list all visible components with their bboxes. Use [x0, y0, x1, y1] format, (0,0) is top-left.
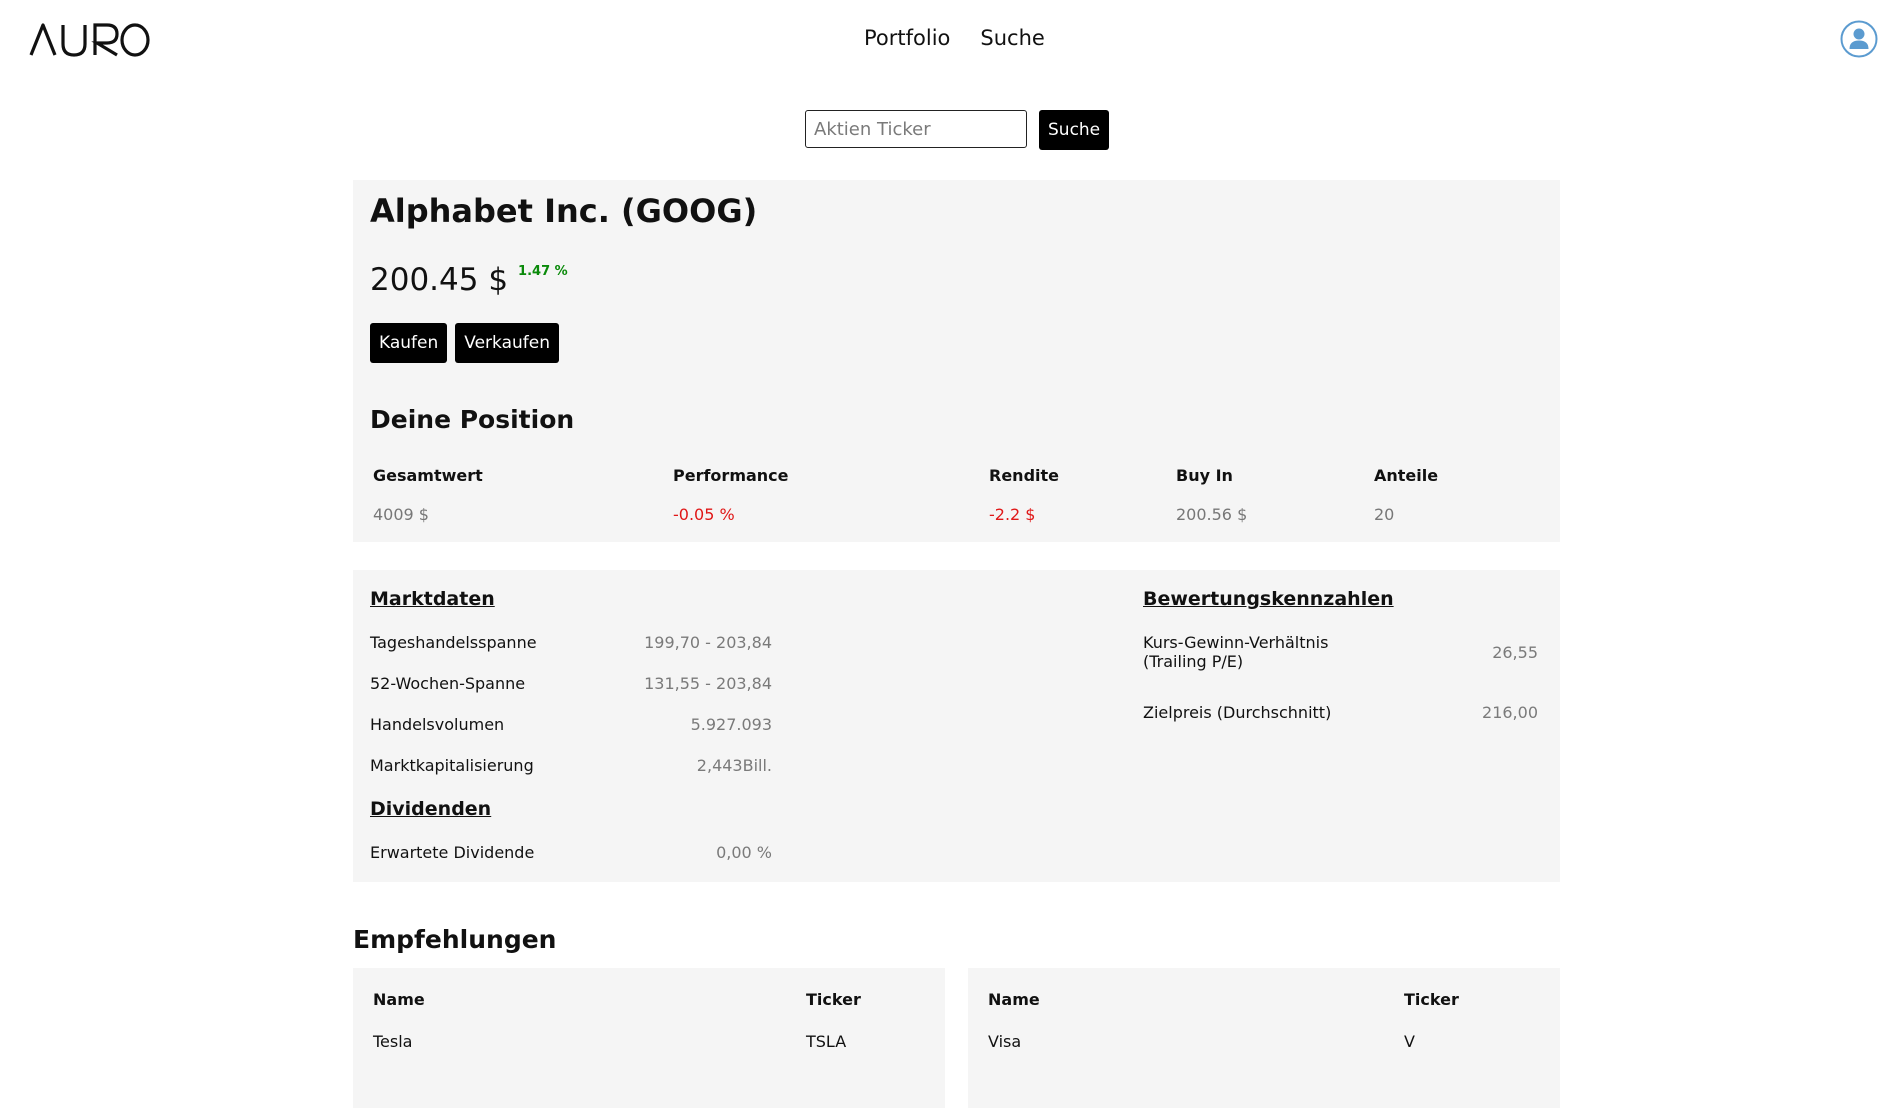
position-title: Deine Position	[370, 405, 575, 434]
position-shares: Anteile 20	[1374, 466, 1438, 524]
column-header-name: Name	[988, 990, 1040, 1009]
position-label: Anteile	[1374, 466, 1439, 485]
position-value: 200.56 $	[1176, 505, 1248, 524]
ticker-search-input[interactable]	[805, 110, 1027, 148]
row-value: 199,70 - 203,84	[644, 633, 772, 652]
position-value: -0.05 %	[673, 505, 735, 524]
marktdaten-row: 52-Wochen-Spanne 131,55 - 203,84	[370, 674, 772, 693]
row-value: 2,443Bill.	[696, 756, 772, 775]
position-rendite: Rendite -2.2 $	[989, 466, 1059, 524]
stock-details-panel: Marktdaten Tageshandelsspanne 199,70 - 2…	[353, 570, 1560, 882]
position-value: 20	[1374, 505, 1395, 524]
recommendation-ticker[interactable]: V	[1404, 1032, 1415, 1051]
nav-portfolio[interactable]: Portfolio	[864, 26, 950, 50]
position-total-value: Gesamtwert 4009 $	[373, 466, 483, 524]
bewertung-row: Kurs-Gewinn-Verhältnis (Trailing P/E) 26…	[1143, 633, 1538, 671]
position-performance: Performance -0.05 %	[673, 466, 789, 524]
row-label: Tageshandelsspanne	[370, 633, 537, 652]
price-change: 1.47 %	[518, 264, 568, 279]
recommendation-ticker[interactable]: TSLA	[806, 1032, 846, 1051]
dividenden-title: Dividenden	[370, 798, 492, 820]
column-header-name: Name	[373, 990, 425, 1009]
row-label: Marktkapitalisierung	[370, 756, 534, 775]
row-label: Erwartete Dividende	[370, 843, 535, 862]
recommendation-card: Name Ticker Tesla TSLA	[353, 968, 945, 1108]
bewertung-title: Bewertungskennzahlen	[1143, 588, 1394, 610]
position-label: Performance	[673, 466, 789, 485]
position-label: Rendite	[989, 466, 1059, 485]
main-nav: Portfolio Suche	[864, 26, 1045, 50]
recommendation-name[interactable]: Tesla	[373, 1032, 412, 1051]
stock-price: 200.45 $	[370, 262, 509, 298]
row-value: 26,55	[1492, 642, 1538, 662]
search-button[interactable]: Suche	[1039, 110, 1110, 150]
row-value: 216,00	[1482, 703, 1538, 722]
row-label: 52-Wochen-Spanne	[370, 674, 526, 693]
bewertung-row: Zielpreis (Durchschnitt) 216,00	[1143, 703, 1538, 722]
position-value: 4009 $	[373, 505, 429, 524]
row-label: Handelsvolumen	[370, 715, 505, 734]
column-header-ticker: Ticker	[806, 990, 861, 1009]
row-value: 131,55 - 203,84	[644, 674, 772, 693]
position-buy-in: Buy In 200.56 $	[1176, 466, 1247, 524]
trade-buttons: Kaufen Verkaufen	[370, 323, 559, 363]
row-value: 0,00 %	[716, 843, 772, 862]
column-header-ticker: Ticker	[1404, 990, 1459, 1009]
position-label: Buy In	[1176, 466, 1233, 485]
row-label-line1: Kurs-Gewinn-Verhältnis	[1143, 633, 1329, 652]
search-bar: Suche	[805, 110, 1110, 150]
nav-suche[interactable]: Suche	[980, 26, 1044, 50]
stock-overview-panel: Alphabet Inc. (GOOG) 200.45 $ 1.47 % Kau…	[353, 180, 1560, 542]
row-label-line2: (Trailing P/E)	[1143, 652, 1244, 671]
sell-button[interactable]: Verkaufen	[455, 323, 559, 363]
user-avatar-icon[interactable]	[1840, 20, 1878, 58]
recommendation-name[interactable]: Visa	[988, 1032, 1021, 1051]
empfehlungen-title: Empfehlungen	[353, 925, 557, 954]
position-value: -2.2 $	[989, 505, 1036, 524]
marktdaten-row: Marktkapitalisierung 2,443Bill.	[370, 756, 772, 775]
dividenden-row: Erwartete Dividende 0,00 %	[370, 843, 772, 862]
row-value: 5.927.093	[690, 715, 772, 734]
marktdaten-title: Marktdaten	[370, 588, 495, 610]
position-table: Gesamtwert 4009 $ Performance -0.05 % Re…	[373, 466, 1473, 536]
recommendation-card: Name Ticker Visa V	[968, 968, 1560, 1108]
position-label: Gesamtwert	[373, 466, 483, 485]
row-label: Zielpreis (Durchschnitt)	[1143, 703, 1332, 722]
stock-title: Alphabet Inc. (GOOG)	[370, 192, 758, 230]
marktdaten-row: Handelsvolumen 5.927.093	[370, 715, 772, 734]
price-row: 200.45 $ 1.47 %	[370, 262, 568, 298]
row-label: Kurs-Gewinn-Verhältnis (Trailing P/E)	[1143, 633, 1328, 671]
header: Portfolio Suche	[0, 0, 1902, 80]
buy-button[interactable]: Kaufen	[370, 323, 448, 363]
auro-logo[interactable]	[29, 22, 151, 58]
marktdaten-row: Tageshandelsspanne 199,70 - 203,84	[370, 633, 772, 652]
